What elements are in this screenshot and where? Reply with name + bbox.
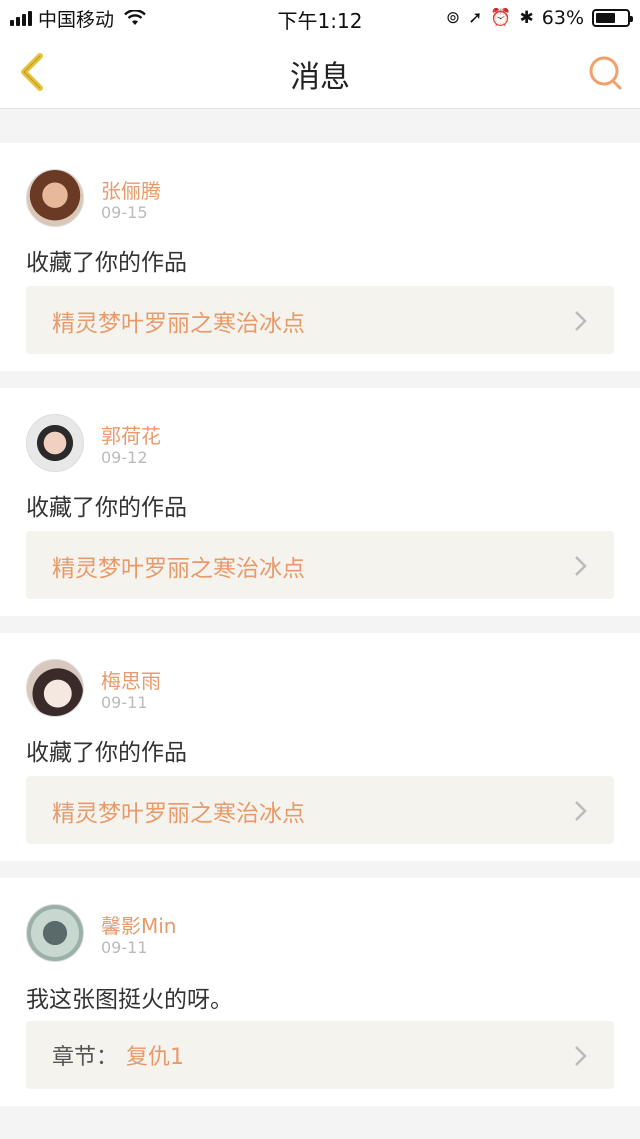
work-link[interactable]: 精灵梦叶罗丽之寒治冰点	[26, 286, 614, 354]
message-card: 馨影Min 09-11 我这张图挺火的呀。 章节： 复仇1	[0, 878, 640, 1106]
status-right: ⊚ ➚ ⏰ ✱ 63%	[445, 6, 633, 30]
message-text: 我这张图挺火的呀。	[26, 987, 233, 1013]
battery-fill	[596, 13, 615, 23]
work-title: 精灵梦叶罗丽之寒治冰点	[52, 311, 305, 337]
nav-bar: 消息	[0, 36, 640, 109]
battery-percent: 63%	[541, 7, 584, 29]
chevron-right-icon	[575, 311, 587, 331]
message-date: 09-11	[101, 938, 148, 957]
user-name[interactable]: 梅思雨	[101, 665, 161, 694]
chevron-right-icon	[575, 1046, 587, 1066]
message-card: 梅思雨 09-11 收藏了你的作品 精灵梦叶罗丽之寒治冰点	[0, 633, 640, 861]
work-title: 精灵梦叶罗丽之寒治冰点	[52, 556, 305, 582]
work-title: 精灵梦叶罗丽之寒治冰点	[52, 801, 305, 827]
user-name[interactable]: 张俪腾	[101, 175, 161, 204]
message-text: 收藏了你的作品	[26, 740, 187, 766]
battery-icon	[592, 9, 633, 27]
chapter-label: 章节：	[52, 1045, 119, 1070]
message-date: 09-15	[101, 203, 148, 222]
avatar[interactable]	[26, 414, 84, 472]
user-name[interactable]: 馨影Min	[101, 910, 177, 939]
chapter-value: 复仇1	[126, 1045, 184, 1070]
chapter-link[interactable]: 章节： 复仇1	[26, 1021, 614, 1089]
message-text: 收藏了你的作品	[26, 250, 187, 276]
alarm-icon: ⏰	[490, 7, 512, 28]
avatar[interactable]	[26, 904, 84, 962]
chevron-right-icon	[575, 556, 587, 576]
avatar[interactable]	[26, 169, 84, 227]
message-date: 09-12	[101, 448, 148, 467]
status-bar: 中国移动 下午1:12 ⊚ ➚ ⏰ ✱ 63%	[0, 0, 640, 36]
search-button[interactable]	[584, 51, 628, 95]
location-icon: ➚	[468, 7, 483, 28]
message-text: 收藏了你的作品	[26, 495, 187, 521]
user-name[interactable]: 郭荷花	[101, 420, 161, 449]
work-link[interactable]: 精灵梦叶罗丽之寒治冰点	[26, 531, 614, 599]
bluetooth-icon: ✱	[519, 7, 534, 28]
page-title: 消息	[290, 60, 350, 95]
work-link[interactable]: 精灵梦叶罗丽之寒治冰点	[26, 776, 614, 844]
avatar[interactable]	[26, 659, 84, 717]
message-card: 郭荷花 09-12 收藏了你的作品 精灵梦叶罗丽之寒治冰点	[0, 388, 640, 616]
rotation-lock-icon: ⊚	[445, 7, 461, 28]
message-card: 张俪腾 09-15 收藏了你的作品 精灵梦叶罗丽之寒治冰点	[0, 143, 640, 371]
message-date: 09-11	[101, 693, 148, 712]
chevron-right-icon	[575, 801, 587, 821]
